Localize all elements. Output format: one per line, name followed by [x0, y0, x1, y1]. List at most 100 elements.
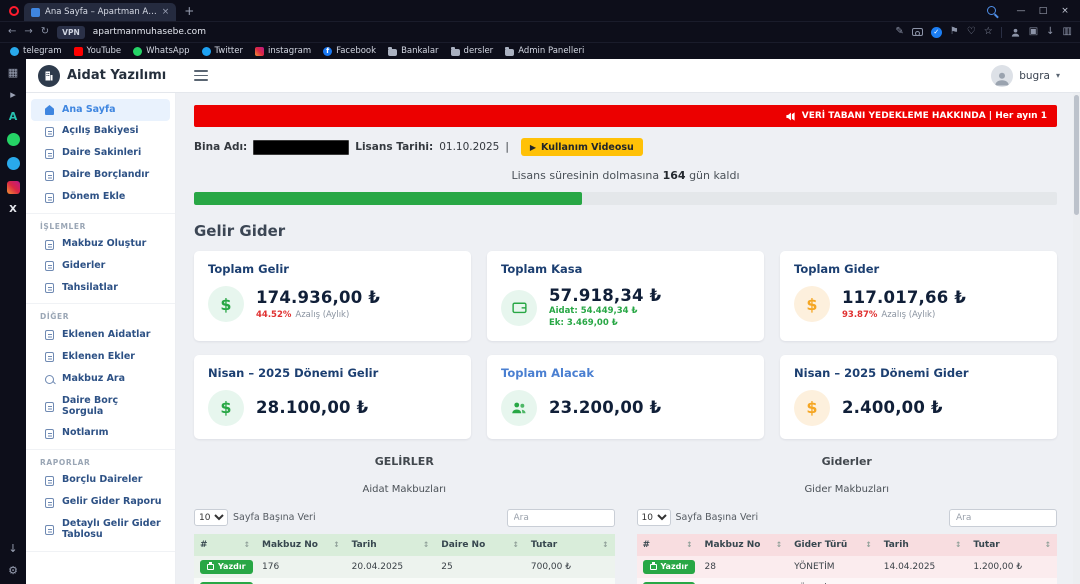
period-expense-dollar-icon: $: [794, 390, 830, 426]
bookmark-whatsapp[interactable]: WhatsApp: [133, 46, 189, 56]
sidebar-item-donem-ekle[interactable]: Dönem Ekle: [31, 187, 170, 209]
tab-close-icon[interactable]: ×: [162, 7, 170, 17]
whatsapp-panel-icon[interactable]: [7, 133, 20, 146]
profile-icon[interactable]: [1010, 23, 1021, 42]
vpn-badge[interactable]: VPN: [57, 26, 85, 39]
column-header-hash[interactable]: #↕: [637, 534, 699, 556]
sidebar-item-ana-sayfa[interactable]: Ana Sayfa: [31, 99, 170, 121]
bookmark-star-icon[interactable]: ☆: [984, 27, 993, 37]
aria-icon[interactable]: A: [9, 111, 18, 122]
sort-icon: ↕: [955, 540, 961, 549]
user-menu[interactable]: bugra ▾: [991, 65, 1080, 87]
sidebar-item-makbuz-olustur[interactable]: Makbuz Oluştur: [31, 234, 170, 256]
backup-alert-banner[interactable]: VERİ TABANI YEDEKLEME HAKKINDA | Her ayı…: [194, 105, 1057, 127]
minimize-button[interactable]: —: [1010, 6, 1032, 16]
table-row: Yazdır 176 20.04.2025 25 700,00 ₺: [194, 556, 615, 578]
folder-icon: [505, 49, 514, 56]
instagram-panel-icon[interactable]: [7, 181, 20, 194]
bookmark-folder-dersler[interactable]: dersler: [451, 46, 494, 56]
tab-title: Ana Sayfa – Apartman A…: [45, 7, 157, 17]
column-header-gider-turu[interactable]: Gider Türü↕: [788, 534, 878, 556]
sidebar-item-notlarim[interactable]: Notlarım: [31, 423, 170, 445]
bookmark-telegram[interactable]: telegram: [10, 46, 62, 56]
main-scrollbar[interactable]: [1073, 93, 1080, 584]
card-toplam-gelir: Toplam Gelir $ 174.936,00 ₺ 44.52%Azalış…: [194, 251, 471, 341]
gelirler-search-input[interactable]: [507, 509, 615, 527]
telegram-panel-icon[interactable]: [7, 157, 20, 170]
usage-video-button[interactable]: ▶ Kullanım Videosu: [521, 138, 643, 156]
sidebar-item-detayli-gelir-gider-tablosu[interactable]: Detaylı Gelir Gider Tablosu: [31, 514, 170, 547]
flag-icon[interactable]: ⚑: [950, 27, 959, 37]
column-header-makbuz-no[interactable]: Makbuz No↕: [699, 534, 789, 556]
bookmark-folder-admin-panelleri[interactable]: Admin Panelleri: [505, 46, 584, 56]
wishlist-heart-icon[interactable]: ♡: [967, 27, 976, 37]
sidebar-item-borclu-daireler[interactable]: Borçlu Daireler: [31, 470, 170, 492]
back-button[interactable]: ←: [8, 27, 16, 37]
browser-tab[interactable]: Ana Sayfa – Apartman A… ×: [24, 3, 176, 21]
card-amount: 23.200,00 ₺: [549, 398, 661, 417]
sidebar-item-eklenen-ekler[interactable]: Eklenen Ekler: [31, 346, 170, 368]
snapshot-icon[interactable]: ✎: [895, 27, 903, 37]
income-expense-report-icon: [45, 498, 54, 508]
printer-icon: [650, 564, 657, 570]
page-size-select[interactable]: 10: [194, 509, 228, 526]
bookmark-folder-bankalar[interactable]: Bankalar: [388, 46, 438, 56]
refresh-button[interactable]: ↻: [41, 27, 49, 37]
print-button[interactable]: Yazdır: [200, 560, 253, 574]
column-header-tutar[interactable]: Tutar↕: [525, 534, 615, 556]
sidebar-item-daire-borclandir[interactable]: Daire Borçlandır: [31, 165, 170, 187]
sidebar-item-daire-borc-sorgula[interactable]: Daire Borç Sorgula: [31, 390, 170, 423]
shield-check-icon[interactable]: ✓: [931, 27, 942, 38]
sidebar-toggle-button[interactable]: [194, 70, 208, 80]
extensions-icon[interactable]: ▣: [1029, 27, 1038, 37]
bookmark-youtube[interactable]: YouTube: [74, 46, 122, 56]
table-row: Yazdır 28 YÖNETİM 14.04.2025 1.200,00 ₺: [637, 556, 1058, 578]
forward-button[interactable]: →: [24, 27, 32, 37]
card-toplam-kasa: Toplam Kasa 57.918,34 ₺ Aidat: 54.449,34…: [487, 251, 764, 341]
print-button[interactable]: Yazdır: [643, 560, 696, 574]
column-header-tutar[interactable]: Tutar↕: [967, 534, 1057, 556]
new-tab-button[interactable]: +: [184, 5, 194, 17]
panels-toggle-icon[interactable]: ▥: [1063, 27, 1072, 37]
url-field[interactable]: apartmanmuhasebe.com: [93, 27, 206, 37]
x-panel-icon[interactable]: X: [9, 205, 17, 215]
telegram-icon: [10, 47, 19, 56]
browser-search-icon[interactable]: [987, 6, 996, 15]
sidebar-item-tahsilatlar[interactable]: Tahsilatlar: [31, 277, 170, 299]
bookmark-facebook[interactable]: fFacebook: [323, 46, 376, 56]
sidebar-item-daire-sakinleri[interactable]: Daire Sakinleri: [31, 143, 170, 165]
card-amount: 117.017,66 ₺: [842, 288, 966, 307]
camera-icon[interactable]: [912, 28, 923, 36]
sort-icon: ↕: [513, 540, 519, 549]
app-title: Aidat Yazılımı: [67, 68, 166, 83]
period-income-dollar-icon: $: [208, 390, 244, 426]
table-row: Yazdır 27 YÖNETİM 01.04.2025 1.200,00 ₺: [637, 578, 1058, 584]
downloads-icon[interactable]: ↓: [8, 543, 17, 554]
column-header-daire-no[interactable]: Daire No↕: [435, 534, 525, 556]
sidebar-item-makbuz-ara[interactable]: Makbuz Ara: [31, 368, 170, 390]
speed-dial-icon[interactable]: ▦: [8, 67, 18, 78]
sidebar-item-giderler[interactable]: Giderler: [31, 256, 170, 278]
app-brand[interactable]: Aidat Yazılımı: [26, 65, 176, 87]
bookmark-twitter[interactable]: Twitter: [202, 46, 244, 56]
sidebar-item-eklenen-aidatlar[interactable]: Eklenen Aidatlar: [31, 324, 170, 346]
column-header-makbuz-no[interactable]: Makbuz No↕: [256, 534, 346, 556]
sort-icon: ↕: [686, 540, 692, 549]
page-size-select[interactable]: 10: [637, 509, 671, 526]
download-icon[interactable]: ↓: [1046, 27, 1054, 37]
settings-gear-icon[interactable]: ⚙: [8, 565, 18, 576]
column-header-hash[interactable]: #↕: [194, 534, 256, 556]
maximize-button[interactable]: □: [1032, 6, 1054, 16]
giderler-search-input[interactable]: [949, 509, 1057, 527]
wallet-icon: [501, 290, 537, 326]
player-icon[interactable]: ▸: [10, 89, 16, 100]
bookmark-instagram[interactable]: instagram: [255, 46, 311, 56]
sidebar-item-acilis-bakiyesi[interactable]: Açılış Bakiyesi: [31, 121, 170, 143]
opera-menu-button[interactable]: [4, 6, 24, 16]
column-header-tarih[interactable]: Tarih↕: [878, 534, 968, 556]
close-button[interactable]: ×: [1054, 6, 1076, 16]
residents-icon: [45, 149, 54, 159]
column-header-tarih[interactable]: Tarih↕: [346, 534, 436, 556]
decrease-percent: 44.52%: [256, 310, 291, 320]
sidebar-item-gelir-gider-raporu[interactable]: Gelir Gider Raporu: [31, 492, 170, 514]
